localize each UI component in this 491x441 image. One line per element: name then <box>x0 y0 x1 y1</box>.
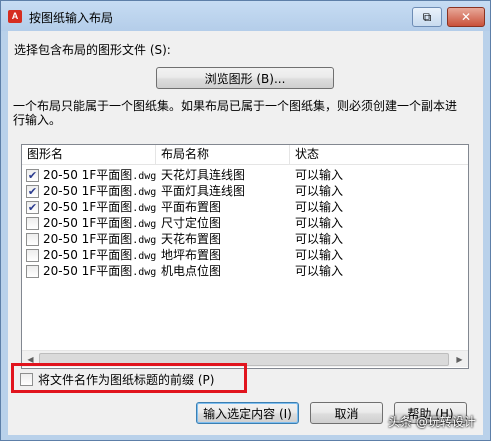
row-checkbox[interactable] <box>26 265 39 278</box>
import-selected-button[interactable]: 输入选定内容 (I) <box>196 402 299 424</box>
scroll-right-icon[interactable]: ▶ <box>451 351 468 368</box>
drawing-name-cell: 20-50 1F平面图.dwg <box>43 264 157 278</box>
close-button[interactable]: ✕ <box>447 7 485 27</box>
table-row[interactable]: 20-50 1F平面图.dwg 地坪布置图 可以输入 <box>22 247 468 263</box>
table-row[interactable]: 20-50 1F平面图.dwg 尺寸定位图 可以输入 <box>22 215 468 231</box>
status-cell: 可以输入 <box>295 248 344 262</box>
row-checkbox[interactable] <box>26 217 39 230</box>
prefix-filename-label: 将文件名作为图纸标题的前缀 (P) <box>38 373 215 387</box>
status-cell: 可以输入 <box>295 200 344 214</box>
row-checkbox[interactable]: ✔ <box>26 201 39 214</box>
drawing-name-cell: 20-50 1F平面图.dwg <box>43 168 157 182</box>
status-cell: 可以输入 <box>295 216 344 230</box>
dialog-body: 选择包含布局的图形文件 (S): 浏览图形 (B)... 一个布局只能属于一个图… <box>8 31 483 435</box>
layout-name-cell: 尺寸定位图 <box>161 216 222 230</box>
table-row[interactable]: 20-50 1F平面图.dwg 机电点位图 可以输入 <box>22 263 468 279</box>
status-cell: 可以输入 <box>295 232 344 246</box>
browse-drawing-button[interactable]: 浏览图形 (B)... <box>156 67 334 89</box>
status-cell: 可以输入 <box>295 184 344 198</box>
table-row[interactable]: ✔ 20-50 1F平面图.dwg 平面布置图 可以输入 <box>22 199 468 215</box>
list-header: 图形名 布局名称 状态 <box>22 145 468 165</box>
layout-name-cell: 地坪布置图 <box>161 248 222 262</box>
prefix-filename-checkbox[interactable] <box>20 373 33 386</box>
row-checkbox[interactable]: ✔ <box>26 185 39 198</box>
drawing-name-cell: 20-50 1F平面图.dwg <box>43 200 157 214</box>
drawing-name-cell: 20-50 1F平面图.dwg <box>43 248 157 262</box>
row-checkbox[interactable] <box>26 249 39 262</box>
autocad-app-icon: A <box>8 10 22 23</box>
layouts-list[interactable]: 图形名 布局名称 状态 ✔ 20-50 1F平面图.dwg 天花灯具连线图 可以输入 ✔… <box>21 144 469 369</box>
layout-name-cell: 天花布置图 <box>161 232 222 246</box>
title-bar: A 按图纸输入布局 ⧉ ✕ <box>1 1 490 31</box>
status-cell: 可以输入 <box>295 168 344 182</box>
watermark-text: 头条 @玩转设计 <box>388 415 476 429</box>
column-header-layout[interactable]: 布局名称 <box>156 145 290 165</box>
row-checkbox[interactable]: ✔ <box>26 169 39 182</box>
info-text-line2: 行输入。 <box>13 113 62 127</box>
info-text-line1: 一个布局只能属于一个图纸集。如果布局已属于一个图纸集，则必须创建一个副本进 <box>13 99 458 113</box>
drawing-name-cell: 20-50 1F平面图.dwg <box>43 184 157 198</box>
layout-name-cell: 平面灯具连线图 <box>161 184 246 198</box>
import-layout-dialog: A 按图纸输入布局 ⧉ ✕ 选择包含布局的图形文件 (S): 浏览图形 (B).… <box>0 0 491 441</box>
drawing-name-cell: 20-50 1F平面图.dwg <box>43 232 157 246</box>
cancel-button[interactable]: 取消 <box>310 402 383 424</box>
column-header-drawing[interactable]: 图形名 <box>22 145 156 165</box>
layout-name-cell: 平面布置图 <box>161 200 222 214</box>
table-row[interactable]: ✔ 20-50 1F平面图.dwg 平面灯具连线图 可以输入 <box>22 183 468 199</box>
status-cell: 可以输入 <box>295 264 344 278</box>
select-file-label: 选择包含布局的图形文件 (S): <box>14 43 171 57</box>
table-row[interactable]: ✔ 20-50 1F平面图.dwg 天花灯具连线图 可以输入 <box>22 167 468 183</box>
column-header-status[interactable]: 状态 <box>290 145 468 165</box>
layout-name-cell: 天花灯具连线图 <box>161 168 246 182</box>
table-row[interactable]: 20-50 1F平面图.dwg 天花布置图 可以输入 <box>22 231 468 247</box>
context-help-icon[interactable]: ⧉ <box>412 7 442 27</box>
drawing-name-cell: 20-50 1F平面图.dwg <box>43 216 157 230</box>
window-title: 按图纸输入布局 <box>29 11 114 25</box>
row-checkbox[interactable] <box>26 233 39 246</box>
layout-name-cell: 机电点位图 <box>161 264 222 278</box>
